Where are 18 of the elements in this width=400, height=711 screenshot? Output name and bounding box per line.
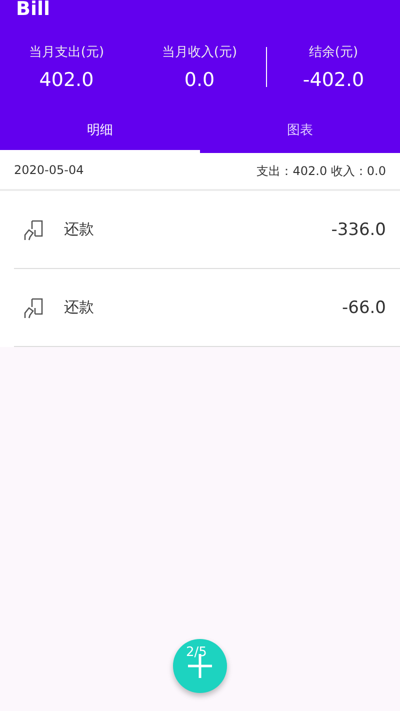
entry-row[interactable]: 还款 -336.0 (14, 191, 400, 269)
add-button[interactable] (173, 639, 227, 693)
summary-label: 结余(元) (308, 44, 358, 61)
summary-value: 0.0 (184, 69, 215, 91)
summary-label: 当月支出(元) (28, 44, 104, 61)
entry-row[interactable]: 还款 -66.0 (14, 269, 400, 347)
entry-amount: -336.0 (331, 220, 386, 240)
entry-category: 还款 (64, 298, 95, 317)
entry-category: 还款 (64, 220, 95, 239)
tab[interactable]: 图表 (200, 111, 400, 153)
entry-amount: -66.0 (342, 298, 386, 318)
summary-value: -402.0 (302, 69, 364, 91)
date-label: 2020-05-04 (14, 163, 84, 179)
day-totals: 支出：402.0 收入：0.0 (256, 163, 386, 180)
summary-label: 当月收入(元) (162, 44, 238, 61)
page-indicator: 2/5 (186, 645, 207, 660)
summary-value: 402.0 (39, 69, 94, 91)
app-title: Bill (15, 0, 50, 18)
